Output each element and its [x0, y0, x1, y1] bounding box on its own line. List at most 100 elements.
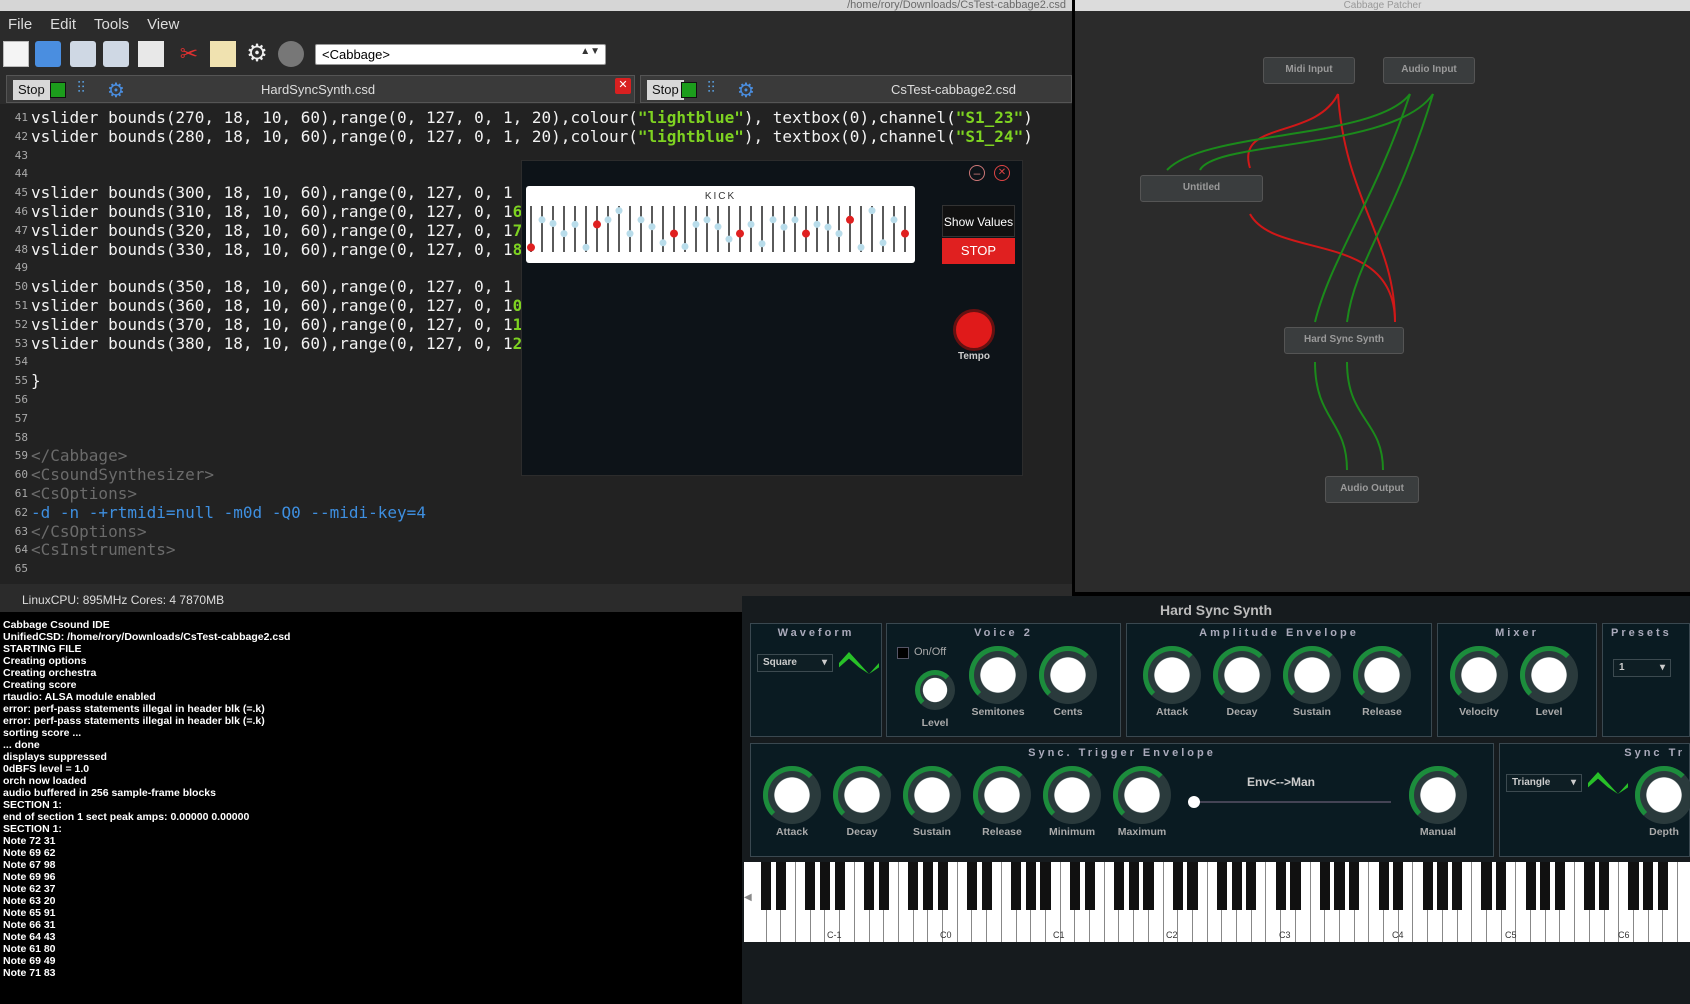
kick-slider-thumb[interactable]: [890, 216, 898, 224]
kick-slider-thumb[interactable]: [725, 235, 733, 243]
show-values-button[interactable]: Show Values: [942, 205, 1015, 237]
black-key[interactable]: [1554, 862, 1566, 910]
kick-slider-thumb[interactable]: [692, 220, 700, 228]
black-key[interactable]: [1319, 862, 1330, 910]
tab-cstest[interactable]: Stop ⫶⫶ ⚙ CsTest-cabbage2.csd: [640, 75, 1072, 103]
kick-slider-thumb[interactable]: [593, 220, 601, 229]
black-key[interactable]: [1069, 862, 1081, 910]
minimize-icon[interactable]: –: [969, 165, 985, 181]
kick-slider-thumb[interactable]: [791, 216, 799, 224]
kick-slider-thumb[interactable]: [835, 230, 843, 238]
kick-slider-thumb[interactable]: [637, 216, 645, 224]
kick-slider-thumb[interactable]: [604, 216, 612, 224]
black-key[interactable]: [1437, 862, 1448, 910]
kick-slider-thumb[interactable]: [846, 215, 854, 224]
patch-node-untitled[interactable]: Untitled: [1140, 175, 1263, 202]
black-key[interactable]: [1422, 862, 1433, 910]
amp-release-knob[interactable]: [1353, 646, 1411, 704]
black-key[interactable]: [864, 862, 875, 910]
mixer-icon[interactable]: ⫶⫶: [707, 80, 729, 100]
kick-slider-thumb[interactable]: [681, 242, 689, 250]
black-key[interactable]: [922, 862, 934, 910]
sync-release-knob[interactable]: [973, 766, 1031, 824]
kick-slider-thumb[interactable]: [868, 207, 876, 215]
black-key[interactable]: [761, 862, 772, 910]
kick-slider-thumb[interactable]: [802, 229, 810, 238]
kick-slider-thumb[interactable]: [813, 220, 821, 228]
instrument-combo[interactable]: <Cabbage> ▲▼: [315, 44, 606, 65]
patch-node-audio-output[interactable]: Audio Output: [1325, 476, 1419, 503]
black-key[interactable]: [805, 862, 816, 910]
tempo-knob[interactable]: [953, 309, 995, 351]
kick-slider-thumb[interactable]: [758, 240, 766, 248]
kick-slider-thumb[interactable]: [879, 239, 887, 247]
sync-wave-select[interactable]: Triangle ▾: [1506, 774, 1582, 792]
open-folder-icon[interactable]: [35, 41, 61, 67]
waveform-select[interactable]: Square ▾: [757, 654, 833, 672]
black-key[interactable]: [1643, 862, 1654, 910]
black-key[interactable]: [1231, 862, 1242, 910]
kick-slider-thumb[interactable]: [615, 207, 623, 215]
black-key[interactable]: [1040, 862, 1051, 910]
amp-decay-knob[interactable]: [1213, 646, 1271, 704]
amp-sustain-knob[interactable]: [1283, 646, 1341, 704]
kick-slider-thumb[interactable]: [747, 220, 755, 228]
copy-icon[interactable]: [138, 41, 164, 67]
sync-maximum-knob[interactable]: [1113, 766, 1171, 824]
black-key[interactable]: [1084, 862, 1095, 910]
black-key[interactable]: [1011, 862, 1022, 910]
cut-icon[interactable]: ✂: [176, 41, 202, 67]
black-key[interactable]: [1128, 862, 1139, 910]
voice2-level-knob[interactable]: [915, 670, 955, 710]
sync-decay-knob[interactable]: [833, 766, 891, 824]
sync-attack-knob[interactable]: [763, 766, 821, 824]
black-key[interactable]: [1628, 862, 1639, 910]
kick-slider-thumb[interactable]: [714, 223, 722, 231]
kick-slider-thumb[interactable]: [582, 243, 590, 251]
patch-node-hard-sync-synth[interactable]: Hard Sync Synth: [1284, 327, 1404, 354]
black-key[interactable]: [1393, 862, 1404, 910]
kick-slider-thumb[interactable]: [857, 243, 865, 251]
black-key[interactable]: [1378, 862, 1389, 910]
new-file-icon[interactable]: [3, 41, 29, 67]
kick-slider-thumb[interactable]: [538, 216, 546, 224]
scroll-left-icon[interactable]: ◀: [744, 892, 752, 903]
black-key[interactable]: [1349, 862, 1360, 910]
black-key[interactable]: [1275, 862, 1286, 910]
kick-slider-thumb[interactable]: [780, 223, 788, 231]
mixer-level-knob[interactable]: [1520, 646, 1578, 704]
black-key[interactable]: [834, 862, 845, 910]
black-key[interactable]: [1540, 862, 1551, 910]
stop-button[interactable]: Stop: [647, 80, 684, 100]
sync-minimum-knob[interactable]: [1043, 766, 1101, 824]
close-icon[interactable]: ✕: [994, 165, 1010, 181]
kick-slider-thumb[interactable]: [736, 229, 744, 238]
black-key[interactable]: [908, 862, 919, 910]
save-as-icon[interactable]: [103, 41, 129, 67]
amp-attack-knob[interactable]: [1143, 646, 1201, 704]
menu-tools[interactable]: Tools: [86, 11, 139, 37]
stop-button-red[interactable]: STOP: [942, 238, 1015, 264]
cents-knob[interactable]: [1039, 646, 1097, 704]
kick-slider-thumb[interactable]: [560, 230, 568, 238]
gear-icon[interactable]: ⚙: [107, 78, 131, 102]
black-key[interactable]: [1172, 862, 1183, 910]
menu-file[interactable]: File: [0, 11, 42, 37]
paste-icon[interactable]: [210, 41, 236, 67]
env-man-slider-track[interactable]: [1191, 801, 1391, 803]
kick-slider-thumb[interactable]: [769, 216, 777, 224]
kick-slider-thumb[interactable]: [626, 230, 634, 238]
black-key[interactable]: [981, 862, 992, 910]
kick-slider-thumb[interactable]: [901, 229, 909, 238]
presets-select[interactable]: 1 ▾: [1613, 659, 1671, 677]
onoff-checkbox[interactable]: [897, 647, 909, 659]
black-key[interactable]: [1113, 862, 1125, 910]
speaker-icon[interactable]: [278, 41, 304, 67]
black-key[interactable]: [937, 862, 948, 910]
black-key[interactable]: [1599, 862, 1610, 910]
black-key[interactable]: [1290, 862, 1301, 910]
mixer-icon[interactable]: ⫶⫶: [77, 80, 99, 100]
piano-keyboard[interactable]: C-1 C0 C1 C2 C3 C4 C5 C6 ◀: [744, 862, 1690, 942]
black-key[interactable]: [966, 862, 978, 910]
env-man-slider-thumb[interactable]: [1188, 796, 1200, 808]
